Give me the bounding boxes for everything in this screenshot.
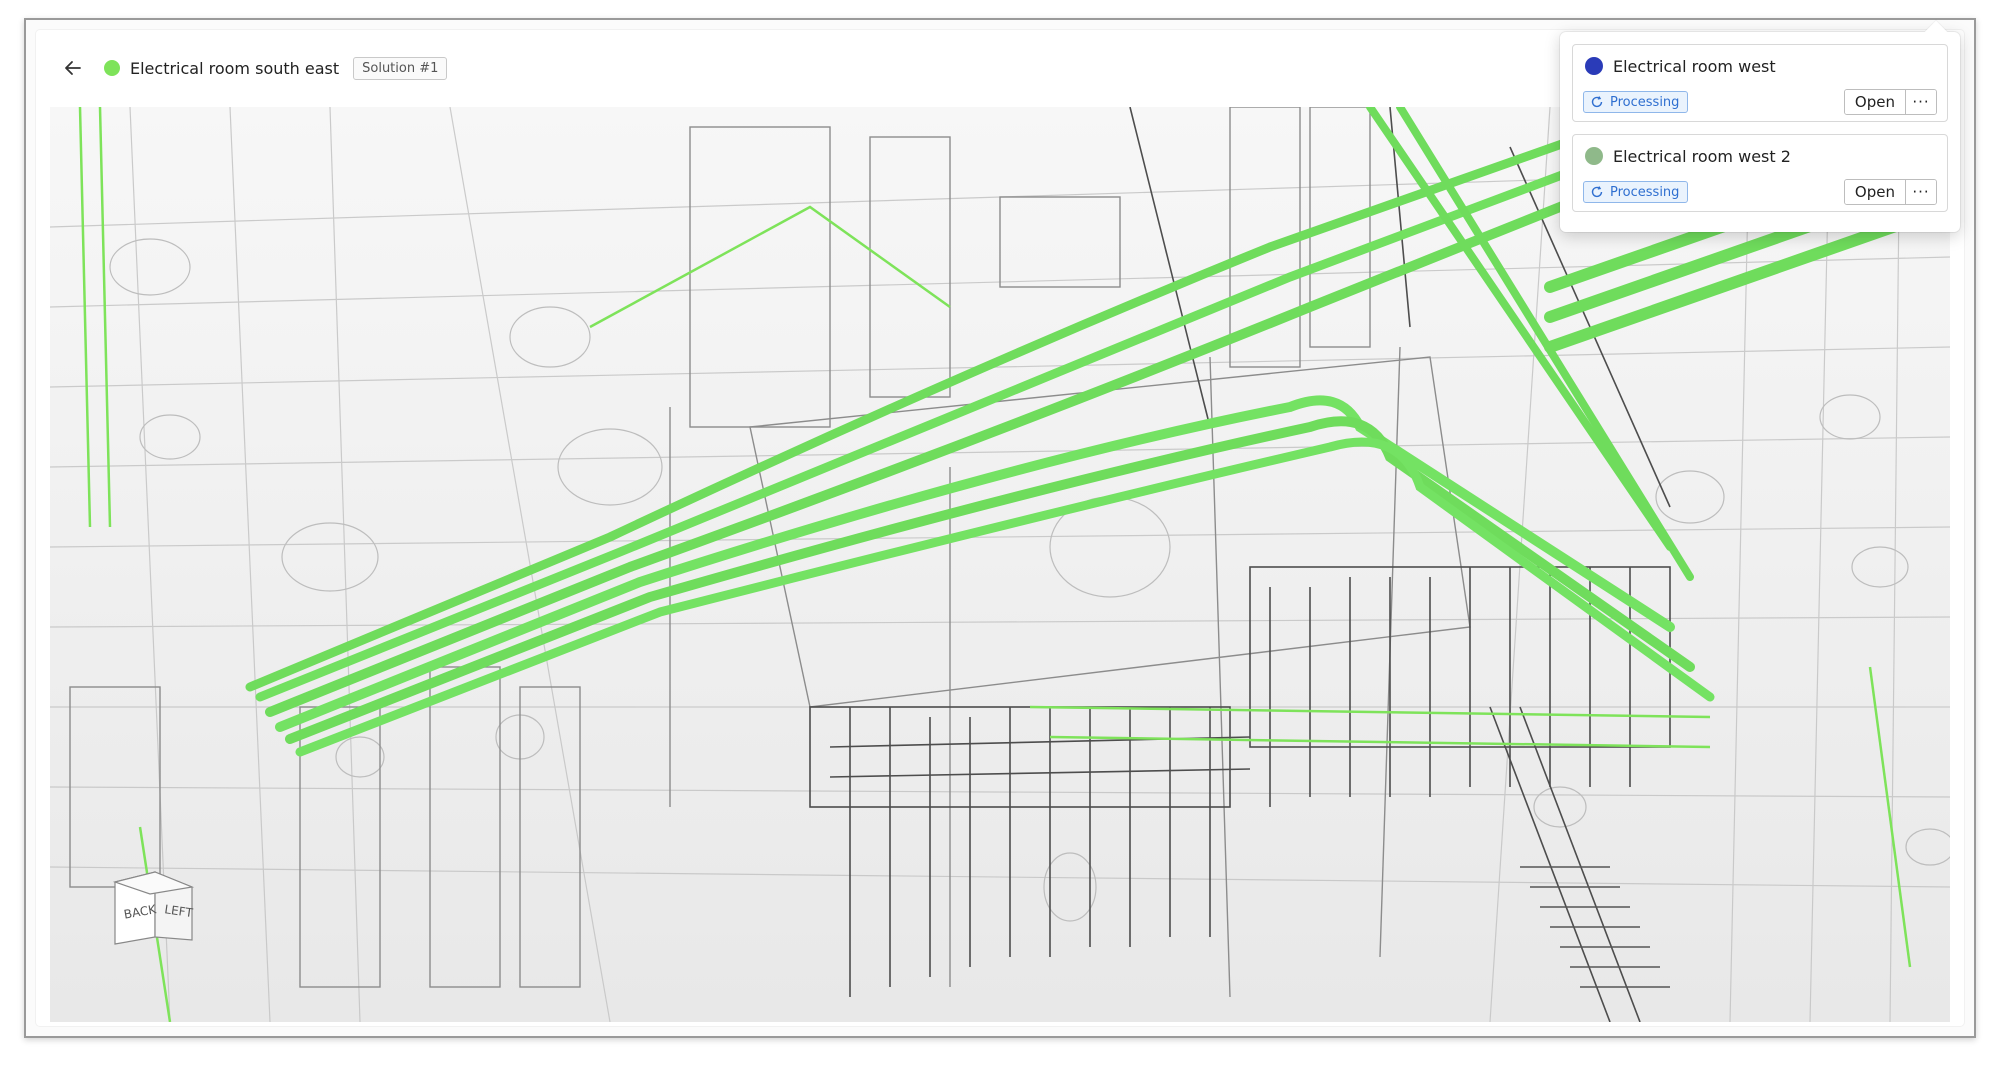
more-options-button[interactable]: ··· [1906, 90, 1936, 114]
more-options-button[interactable]: ··· [1906, 180, 1936, 204]
view-cube[interactable]: BACK LEFT [110, 862, 200, 952]
solutions-popover: Electrical room west Processing Open ··· [1560, 20, 1960, 232]
page-title: Electrical room south east [130, 58, 340, 78]
wireframe-model [50, 107, 1950, 1022]
refresh-icon [1591, 186, 1603, 198]
badge-label: Processing [1610, 94, 1680, 110]
solution-color-dot [1585, 147, 1603, 165]
refresh-icon [1591, 96, 1603, 108]
solution-card[interactable]: Electrical room west Processing Open ··· [1572, 44, 1948, 122]
processing-badge: Processing [1583, 181, 1689, 203]
solution-name: Electrical room west 2 [1613, 146, 1791, 166]
solution-tag: Solution #1 [353, 56, 448, 80]
card-actions: Open ··· [1843, 89, 1937, 115]
solution-color-dot [1585, 57, 1603, 75]
badge-label: Processing [1610, 184, 1680, 200]
processing-badge: Processing [1583, 91, 1689, 113]
open-button[interactable]: Open [1844, 180, 1906, 204]
solution-card[interactable]: Electrical room west 2 Processing Open ·… [1572, 134, 1948, 212]
ellipsis-icon: ··· [1912, 183, 1930, 201]
solution-name: Electrical room west [1613, 56, 1776, 76]
page-header: Electrical room south east Solution #1 [58, 48, 448, 88]
status-dot [104, 60, 120, 76]
ellipsis-icon: ··· [1912, 93, 1930, 111]
model-viewport[interactable]: BACK LEFT [50, 107, 1950, 1022]
back-button[interactable] [58, 53, 88, 83]
card-actions: Open ··· [1843, 179, 1937, 205]
open-button[interactable]: Open [1844, 90, 1906, 114]
arrow-left-icon [65, 61, 81, 75]
